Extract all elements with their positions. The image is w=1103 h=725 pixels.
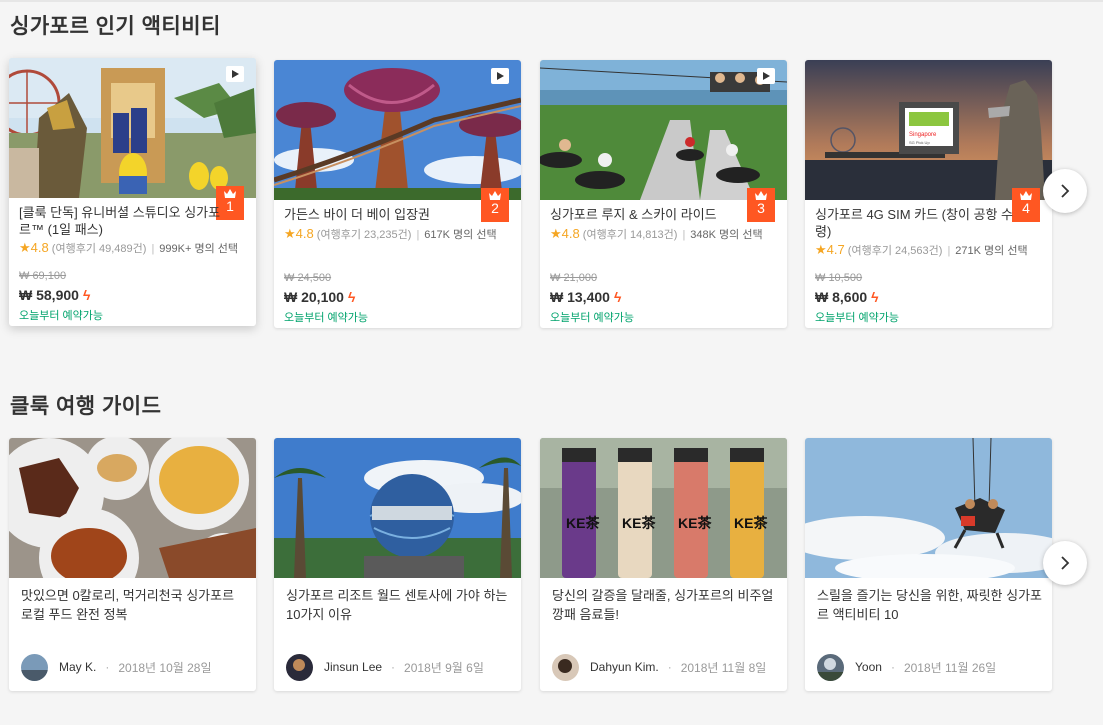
guide-card[interactable]: 맛있으면 0칼로리, 먹거리천국 싱가포르 로컬 푸드 완전 정복 May K.… bbox=[9, 438, 256, 691]
guide-title[interactable]: 스릴을 즐기는 당신을 위한, 짜릿한 싱가포르 액티비티 10 bbox=[817, 586, 1042, 624]
lightning-icon: ϟ bbox=[871, 289, 879, 305]
lightning-icon: ϟ bbox=[347, 289, 356, 305]
guide-image bbox=[9, 438, 256, 578]
popular-section-title: 싱가포르 인기 액티비티 bbox=[10, 15, 221, 38]
guide-card[interactable]: KE茶 KE茶 KE茶 KE茶 당신의 갈증을 달래줄, 싱가포르의 비주얼깡패… bbox=[540, 438, 787, 691]
crown-icon bbox=[1020, 191, 1032, 200]
guide-title[interactable]: 당신의 갈증을 달래줄, 싱가포르의 비주얼깡패 음료들! bbox=[552, 586, 777, 624]
availability-text: 오늘부터 예약가능 bbox=[815, 312, 900, 324]
star-icon: ★ bbox=[550, 226, 562, 241]
crown-icon bbox=[489, 191, 501, 200]
author-row: Yoon · 2018년 11월 26일 bbox=[817, 653, 996, 681]
availability-text: 오늘부터 예약가능 bbox=[550, 312, 635, 324]
sale-price: ₩ 13,400 ϟ bbox=[550, 289, 622, 305]
guide-image bbox=[805, 438, 1052, 578]
guide-title[interactable]: 맛있으면 0칼로리, 먹거리천국 싱가포르 로컬 푸드 완전 정복 bbox=[21, 586, 246, 624]
crown-icon bbox=[224, 189, 236, 198]
crown-icon bbox=[755, 191, 767, 200]
lightning-icon: ϟ bbox=[82, 287, 91, 303]
bottle-label: KE茶 bbox=[734, 515, 768, 531]
bottle-label: KE茶 bbox=[622, 515, 656, 531]
guide-card[interactable]: 스릴을 즐기는 당신을 위한, 짜릿한 싱가포르 액티비티 10 Yoon · 20… bbox=[805, 438, 1052, 691]
guides-next-button[interactable] bbox=[1043, 541, 1087, 585]
product-card[interactable]: 2 가든스 바이 더 베이 입장권 ★4.8 (여행후기 23,235건) | 61… bbox=[274, 60, 521, 328]
author-name: Jinsun Lee bbox=[324, 660, 383, 674]
guide-card[interactable]: 싱가포르 리조트 월드 센토사에 가야 하는 10가지 이유 Jinsun Le… bbox=[274, 438, 521, 691]
author-row: Dahyun Kim. · 2018년 11월 8일 bbox=[552, 653, 766, 681]
availability-text: 오늘부터 예약가능 bbox=[19, 310, 104, 322]
product-title[interactable]: 가든스 바이 더 베이 입장권 bbox=[284, 206, 496, 223]
author-name: Dahyun Kim. bbox=[590, 660, 659, 674]
video-icon bbox=[226, 66, 244, 82]
avatar bbox=[817, 653, 844, 681]
rating-row: ★4.7 (여행후기 24,563건) | 271K 명의 선택 bbox=[815, 242, 1028, 257]
avatar bbox=[286, 653, 313, 681]
rating-row: ★4.8 (여행후기 14,813건) | 348K 명의 선택 bbox=[550, 226, 763, 241]
sim-card-brand: Singapore bbox=[909, 132, 937, 138]
product-image bbox=[9, 58, 256, 198]
guide-image: KE茶 KE茶 KE茶 KE茶 bbox=[540, 438, 787, 578]
original-price: ₩ 10,500 bbox=[815, 272, 863, 284]
chevron-right-icon bbox=[1061, 184, 1070, 198]
sim-card-sub: SG Pick Up bbox=[909, 140, 930, 145]
product-image: Singapore SG Pick Up bbox=[805, 60, 1052, 200]
product-image bbox=[540, 60, 787, 200]
sale-price: ₩ 20,100 ϟ bbox=[284, 289, 356, 305]
product-card[interactable]: 3 싱가포르 루지 & 스카이 라이드 ★4.8 (여행후기 14,813건) |… bbox=[540, 60, 787, 328]
original-price: ₩ 21,000 bbox=[550, 272, 598, 284]
rating-row: ★4.8 (여행후기 49,489건) | 999K+ 명의 선택 bbox=[19, 240, 239, 255]
post-date: 2018년 9월 6일 bbox=[404, 660, 484, 675]
bottle-label: KE茶 bbox=[566, 515, 600, 531]
original-price: ₩ 24,500 bbox=[284, 272, 332, 284]
rating-row: ★4.8 (여행후기 23,235건) | 617K 명의 선택 bbox=[284, 226, 497, 241]
product-title[interactable]: [클룩 단독] 유니버셜 스튜디오 싱가포르™ (1일 패스) bbox=[19, 204, 231, 238]
bottle-label: KE茶 bbox=[678, 515, 712, 531]
post-date: 2018년 11월 26일 bbox=[903, 660, 997, 675]
product-card[interactable]: Singapore SG Pick Up 4 싱가포르 4G SIM 카드 (창… bbox=[805, 60, 1052, 328]
author-name: Yoon bbox=[855, 660, 882, 674]
lightning-icon: ϟ bbox=[613, 289, 622, 305]
video-icon bbox=[491, 68, 509, 84]
star-icon: ★ bbox=[284, 226, 296, 241]
guide-section-title: 클룩 여행 가이드 bbox=[10, 395, 162, 418]
activities-next-button[interactable] bbox=[1043, 169, 1087, 213]
top-divider bbox=[0, 0, 1103, 2]
availability-text: 오늘부터 예약가능 bbox=[284, 312, 369, 324]
avatar bbox=[21, 653, 48, 681]
product-title[interactable]: 싱가포르 루지 & 스카이 라이드 bbox=[550, 206, 762, 223]
post-date: 2018년 11월 8일 bbox=[680, 660, 767, 675]
original-price: ₩ 69,100 bbox=[19, 270, 67, 282]
sale-price: ₩ 58,900 ϟ bbox=[19, 287, 91, 303]
author-row: Jinsun Lee · 2018년 9월 6일 bbox=[286, 653, 484, 681]
post-date: 2018년 10월 28일 bbox=[118, 660, 212, 675]
product-card[interactable]: 1 [클룩 단독] 유니버셜 스튜디오 싱가포르™ (1일 패스) ★4.8 (… bbox=[9, 58, 256, 326]
chevron-right-icon bbox=[1061, 556, 1070, 570]
product-image bbox=[274, 60, 521, 200]
guide-image bbox=[274, 438, 521, 578]
star-icon: ★ bbox=[19, 240, 31, 255]
author-name: May K. bbox=[59, 660, 97, 674]
avatar bbox=[552, 653, 579, 681]
guide-title[interactable]: 싱가포르 리조트 월드 센토사에 가야 하는 10가지 이유 bbox=[286, 586, 511, 624]
product-title[interactable]: 싱가포르 4G SIM 카드 (창이 공항 수령) bbox=[815, 206, 1027, 240]
sale-price: ₩ 8,600 ϟ bbox=[815, 289, 879, 305]
video-icon bbox=[757, 68, 775, 84]
author-row: May K. · 2018년 10월 28일 bbox=[21, 653, 212, 681]
star-icon: ★ bbox=[815, 242, 827, 257]
